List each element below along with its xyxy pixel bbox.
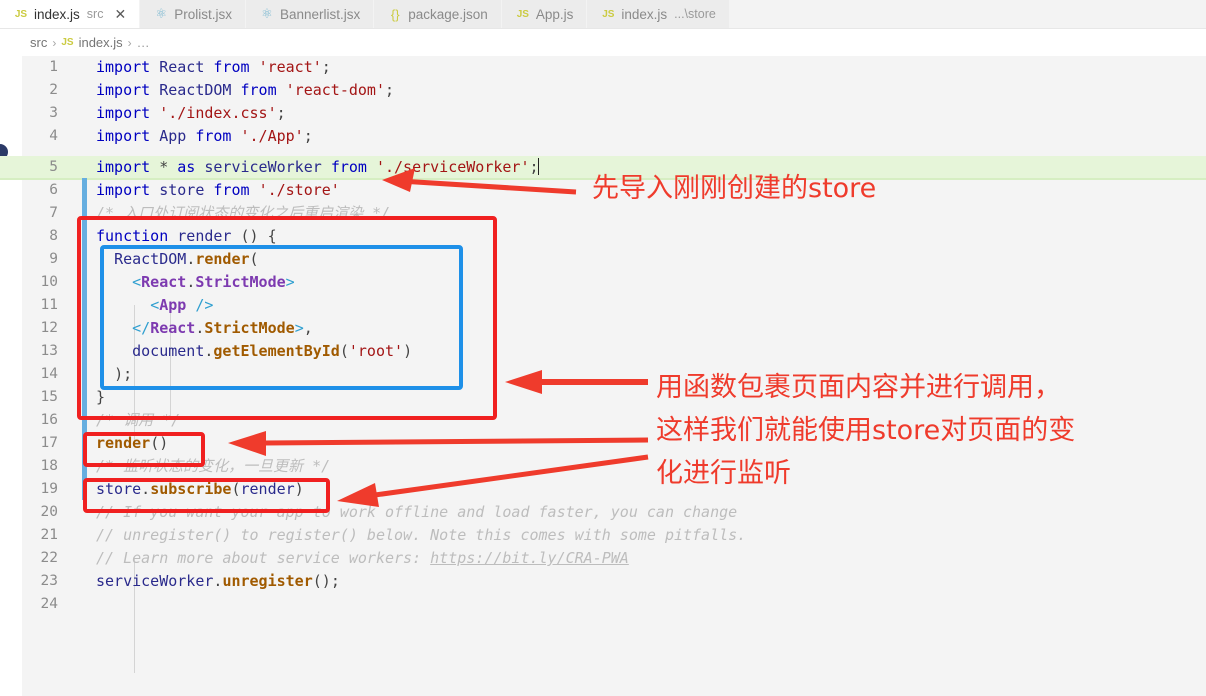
line-number: 10 (40, 274, 58, 290)
react-file-icon: ⚛ (155, 6, 168, 21)
line-number: 2 (49, 82, 58, 98)
line-number: 13 (40, 343, 58, 359)
tab-sublabel: ...\store (674, 7, 716, 21)
code-line-5[interactable]: import * as serviceWorker from './servic… (96, 156, 539, 179)
code-line-22[interactable]: // Learn more about service workers: htt… (96, 547, 629, 570)
tab-label: index.js (621, 6, 668, 22)
line-number: 11 (40, 297, 58, 313)
line-number: 23 (40, 573, 58, 589)
code-line-2[interactable]: import ReactDOM from 'react-dom'; (96, 79, 394, 102)
code-line-15[interactable]: } (96, 386, 105, 409)
code-line-11[interactable]: <App /> (96, 294, 213, 317)
code-line-8[interactable]: function render () { (96, 225, 277, 248)
text-cursor (537, 158, 539, 175)
tab-index-js-store[interactable]: JS index.js ...\store (587, 0, 730, 28)
close-icon[interactable]: ✕ (114, 7, 126, 21)
js-file-icon: JS (602, 8, 615, 20)
tab-label: App.js (535, 6, 574, 22)
code-line-14[interactable]: ); (96, 363, 132, 386)
line-number: 16 (40, 412, 58, 428)
breadcrumb: src › JS index.js › … (0, 29, 1206, 56)
line-number: 9 (49, 251, 58, 267)
code-line-18[interactable]: /* 监听状态的变化，一旦更新 */ (96, 455, 330, 478)
editor-tab-bar: JS index.js src ✕ ⚛ Prolist.jsx ⚛ Banner… (0, 0, 1206, 29)
code-surface[interactable] (22, 56, 1206, 696)
line-number: 7 (49, 205, 58, 221)
gutter-change-indicator (82, 178, 87, 500)
js-file-icon: JS (516, 8, 529, 20)
tab-package-json[interactable]: {} package.json (374, 0, 502, 28)
tab-bannerlist-jsx[interactable]: ⚛ Bannerlist.jsx (245, 0, 375, 28)
code-line-20[interactable]: // If you want your app to work offline … (96, 501, 737, 524)
line-number: 19 (40, 481, 58, 497)
code-editor[interactable]: 1 2 3 4 5 6 7 8 9 10 11 12 13 14 15 16 1… (0, 56, 1206, 696)
tab-label: Bannerlist.jsx (279, 6, 361, 22)
line-number: 24 (40, 596, 58, 612)
chevron-right-icon: › (127, 35, 132, 50)
code-line-23[interactable]: serviceWorker.unregister(); (96, 570, 340, 593)
breadcrumb-file[interactable]: index.js (79, 35, 123, 50)
code-line-19[interactable]: store.subscribe(render) (96, 478, 304, 501)
tab-label: Prolist.jsx (174, 6, 232, 22)
code-line-7[interactable]: /* 入口处订阅状态的变化之后重启渲染 */ (96, 202, 390, 225)
breadcrumb-overflow[interactable]: … (137, 35, 151, 50)
line-number: 18 (40, 458, 58, 474)
breadcrumb-root[interactable]: src (30, 35, 47, 50)
tab-app-js[interactable]: JS App.js (501, 0, 588, 28)
code-line-9[interactable]: ReactDOM.render( (96, 248, 259, 271)
code-line-4[interactable]: import App from './App'; (96, 125, 313, 148)
line-number: 5 (49, 159, 58, 175)
tab-prolist-jsx[interactable]: ⚛ Prolist.jsx (140, 0, 246, 28)
tab-label: index.js (34, 6, 80, 22)
json-file-icon: {} (390, 6, 400, 22)
code-line-17[interactable]: render() (96, 432, 168, 455)
code-line-3[interactable]: import './index.css'; (96, 102, 286, 125)
line-number: 14 (40, 366, 58, 382)
code-line-13[interactable]: document.getElementById('root') (96, 340, 412, 363)
tab-sublabel: src (86, 7, 104, 21)
line-number: 17 (40, 435, 58, 451)
line-number: 20 (40, 504, 58, 520)
chevron-right-icon: › (52, 35, 57, 50)
line-number: 15 (40, 389, 58, 405)
code-line-12[interactable]: </React.StrictMode>, (96, 317, 313, 340)
code-line-21[interactable]: // unregister() to register() below. Not… (96, 524, 746, 547)
tab-index-js-src[interactable]: JS index.js src ✕ (0, 0, 141, 28)
line-number: 6 (49, 182, 58, 198)
code-line-1[interactable]: import React from 'react'; (96, 56, 331, 79)
line-number: 1 (49, 59, 58, 75)
code-line-16[interactable]: /* 调用 */ (96, 409, 180, 432)
js-file-icon: JS (61, 37, 74, 48)
line-number: 21 (40, 527, 58, 543)
react-file-icon: ⚛ (261, 6, 273, 21)
line-number: 22 (40, 550, 58, 566)
code-line-6[interactable]: import store from './store' (96, 179, 340, 202)
line-number: 4 (49, 128, 58, 144)
line-number: 3 (49, 105, 58, 121)
js-file-icon: JS (14, 8, 28, 20)
code-line-10[interactable]: <React.StrictMode> (96, 271, 295, 294)
tab-label: package.json (408, 6, 488, 22)
line-number: 8 (49, 228, 58, 244)
line-number: 12 (40, 320, 58, 336)
